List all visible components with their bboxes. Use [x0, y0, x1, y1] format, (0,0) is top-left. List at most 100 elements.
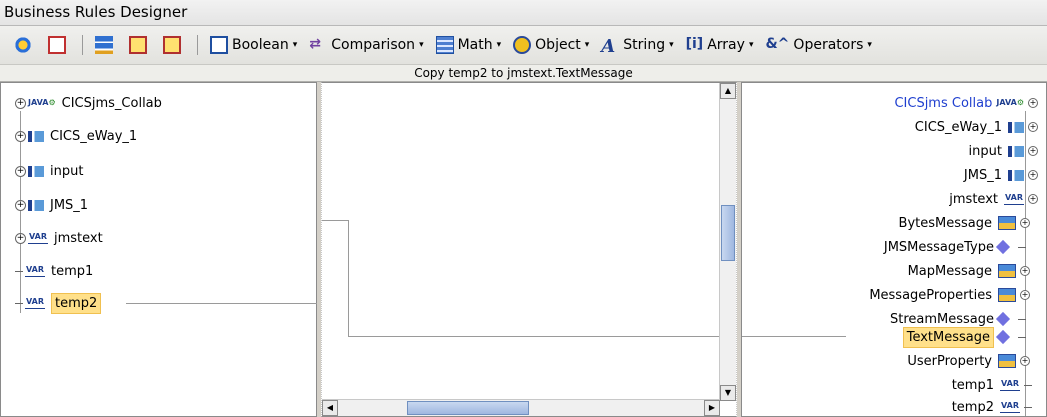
message-button[interactable]: [123, 32, 157, 58]
collab-icon: JAVA⚙: [28, 97, 56, 107]
expand-icon[interactable]: +: [15, 165, 26, 177]
collapse-icon[interactable]: +: [1028, 194, 1038, 204]
comparison-label: Comparison: [331, 37, 416, 53]
horizontal-scrollbar[interactable]: ◀ ▶: [322, 399, 720, 416]
scroll-left-icon[interactable]: ◀: [322, 400, 338, 416]
bundle-icon: [998, 288, 1016, 302]
tree-item-temp1[interactable]: VAR temp1: [15, 261, 93, 281]
array-icon: [i]: [685, 36, 704, 52]
horizontal-scroll-thumb[interactable]: [407, 401, 529, 415]
mapping-canvas[interactable]: ▲ ▼ ◀ ▶: [321, 82, 737, 417]
target-item-messageproperties[interactable]: MessageProperties +: [869, 285, 1030, 305]
tree-branch: [1024, 384, 1032, 386]
people-button[interactable]: [8, 32, 42, 58]
target-item-cicsjms-collab[interactable]: CICSjms Collab JAVA⚙ +: [894, 93, 1038, 113]
target-item-bytesmessage[interactable]: BytesMessage +: [899, 213, 1030, 233]
vertical-scrollbar[interactable]: ▲ ▼: [719, 83, 736, 401]
eway-icon: [1008, 169, 1024, 181]
bundle-icon: [998, 216, 1016, 230]
tree-branch: [1024, 406, 1032, 408]
mapping-link: [348, 220, 349, 336]
expand-icon[interactable]: +: [15, 232, 26, 244]
field-icon: [995, 239, 1011, 255]
target-item-mapmessage[interactable]: MapMessage +: [908, 261, 1030, 281]
math-icon: [435, 36, 454, 54]
scroll-right-icon[interactable]: ▶: [704, 400, 720, 416]
string-menu[interactable]: A String ▾: [595, 32, 679, 58]
variable-icon: VAR: [1004, 193, 1024, 205]
target-item-temp1[interactable]: temp1 VAR: [952, 375, 1032, 395]
target-item-input[interactable]: input +: [969, 141, 1038, 161]
tree-item-label: CICSjms Collab: [894, 95, 993, 111]
tree-item-label: JMS_1: [963, 167, 1002, 183]
eway-icon: [28, 130, 44, 142]
tree-item-label: temp2: [951, 399, 994, 415]
variable-icon: VAR: [28, 232, 48, 244]
tree-item-label: UserProperty: [907, 353, 992, 369]
vertical-scroll-thumb[interactable]: [721, 205, 735, 261]
tree-branch: [1018, 318, 1026, 320]
object-menu[interactable]: Object ▾: [507, 32, 595, 58]
target-item-jmstext[interactable]: jmstext VAR +: [949, 189, 1038, 209]
scroll-up-icon[interactable]: ▲: [720, 83, 736, 99]
tree-item-jms[interactable]: + JMS_1: [15, 195, 88, 215]
tree-item-cics-eway[interactable]: + CICS_eWay_1: [15, 126, 137, 146]
variable-icon: VAR: [1000, 379, 1020, 391]
math-label: Math: [457, 37, 493, 53]
tree-item-label: MessageProperties: [869, 287, 992, 303]
array-menu[interactable]: [i] Array ▾: [680, 32, 760, 58]
boolean-menu[interactable]: Boolean ▾: [204, 32, 303, 58]
expand-icon[interactable]: +: [1020, 290, 1030, 300]
flow-icon: [95, 36, 113, 54]
rule-description: Copy temp2 to jmstext.TextMessage: [0, 64, 1047, 82]
target-item-jms[interactable]: JMS_1 +: [964, 165, 1038, 185]
message-out-button[interactable]: [157, 32, 191, 58]
method-icon: [995, 311, 1011, 327]
math-menu[interactable]: Math ▾: [430, 32, 508, 58]
target-item-userproperty[interactable]: UserProperty +: [907, 351, 1030, 371]
scroll-down-icon[interactable]: ▼: [720, 385, 736, 401]
string-icon: A: [601, 36, 616, 57]
tree-item-label-selected: temp2: [51, 292, 102, 314]
tree-item-temp2[interactable]: VAR temp2: [15, 292, 102, 314]
operators-menu[interactable]: &^ Operators ▾: [759, 32, 877, 58]
bundle-icon: [998, 264, 1016, 278]
tree-item-label: input: [50, 163, 84, 179]
expand-icon[interactable]: +: [1028, 146, 1038, 156]
expand-icon[interactable]: +: [1028, 122, 1038, 132]
tree-branch: [15, 270, 23, 272]
source-tree-panel: + JAVA⚙ CICSjms_Collab + CICS_eWay_1 + i…: [0, 82, 317, 417]
tree-item-label: BytesMessage: [898, 215, 992, 231]
expand-icon[interactable]: +: [1020, 266, 1030, 276]
mapping-link: [348, 336, 736, 337]
expand-icon[interactable]: +: [1028, 170, 1038, 180]
collapse-icon[interactable]: +: [1028, 98, 1038, 108]
operators-label: Operators: [793, 37, 864, 53]
expand-icon[interactable]: +: [1020, 218, 1030, 228]
target-item-cics-eway[interactable]: CICS_eWay_1 +: [915, 117, 1038, 137]
boolean-icon: [210, 36, 228, 54]
target-item-textmessage[interactable]: TextMessage: [902, 326, 1026, 348]
tree-item-label: CICS_eWay_1: [914, 119, 1002, 135]
expand-icon[interactable]: +: [15, 97, 26, 109]
eway-icon: [28, 199, 44, 211]
boolean-label: Boolean: [232, 37, 289, 53]
flow-button[interactable]: [89, 32, 123, 58]
window-title: Business Rules Designer: [0, 0, 1047, 26]
box-button[interactable]: [42, 32, 76, 58]
object-label: Object: [535, 37, 581, 53]
expand-icon[interactable]: +: [1020, 356, 1030, 366]
target-item-jmsmessagetype[interactable]: JMSMessageType: [884, 237, 1026, 257]
expand-icon[interactable]: +: [15, 199, 26, 211]
comparison-menu[interactable]: ⇄ Comparison ▾: [303, 32, 429, 58]
operators-icon: &^: [765, 36, 790, 52]
message-icon: [129, 36, 147, 54]
target-item-temp2[interactable]: temp2 VAR: [952, 397, 1032, 417]
tree-item-jmstext[interactable]: + VAR jmstext: [15, 228, 103, 248]
expand-icon[interactable]: +: [15, 130, 26, 142]
object-icon: [513, 36, 532, 54]
array-label: Array: [707, 37, 745, 53]
tree-item-cicsjms-collab[interactable]: + JAVA⚙ CICSjms_Collab: [15, 93, 162, 113]
tree-item-input[interactable]: + input: [15, 161, 83, 181]
people-icon: [14, 36, 32, 54]
